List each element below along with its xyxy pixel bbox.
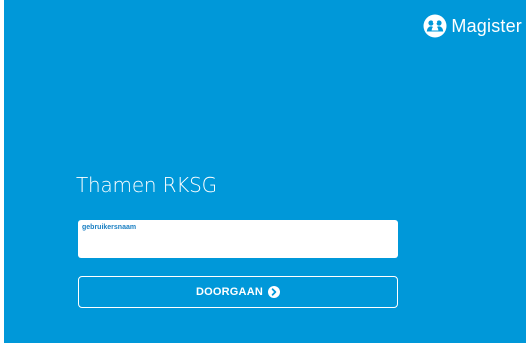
login-screen: Magister Thamen RKSG gebruikersnaam DOOR… <box>4 0 526 343</box>
school-name: Thamen RKSG <box>76 173 217 197</box>
username-label: gebruikersnaam <box>82 224 137 231</box>
brand-logo: Magister <box>423 14 522 38</box>
continue-label: DOORGAAN <box>196 286 263 298</box>
magister-people-icon <box>423 14 447 38</box>
circle-arrow-right-icon <box>268 286 280 298</box>
brand-name: Magister <box>451 15 522 36</box>
continue-button[interactable]: DOORGAAN <box>78 276 398 308</box>
username-input[interactable] <box>81 234 395 254</box>
username-field[interactable]: gebruikersnaam <box>78 220 398 258</box>
